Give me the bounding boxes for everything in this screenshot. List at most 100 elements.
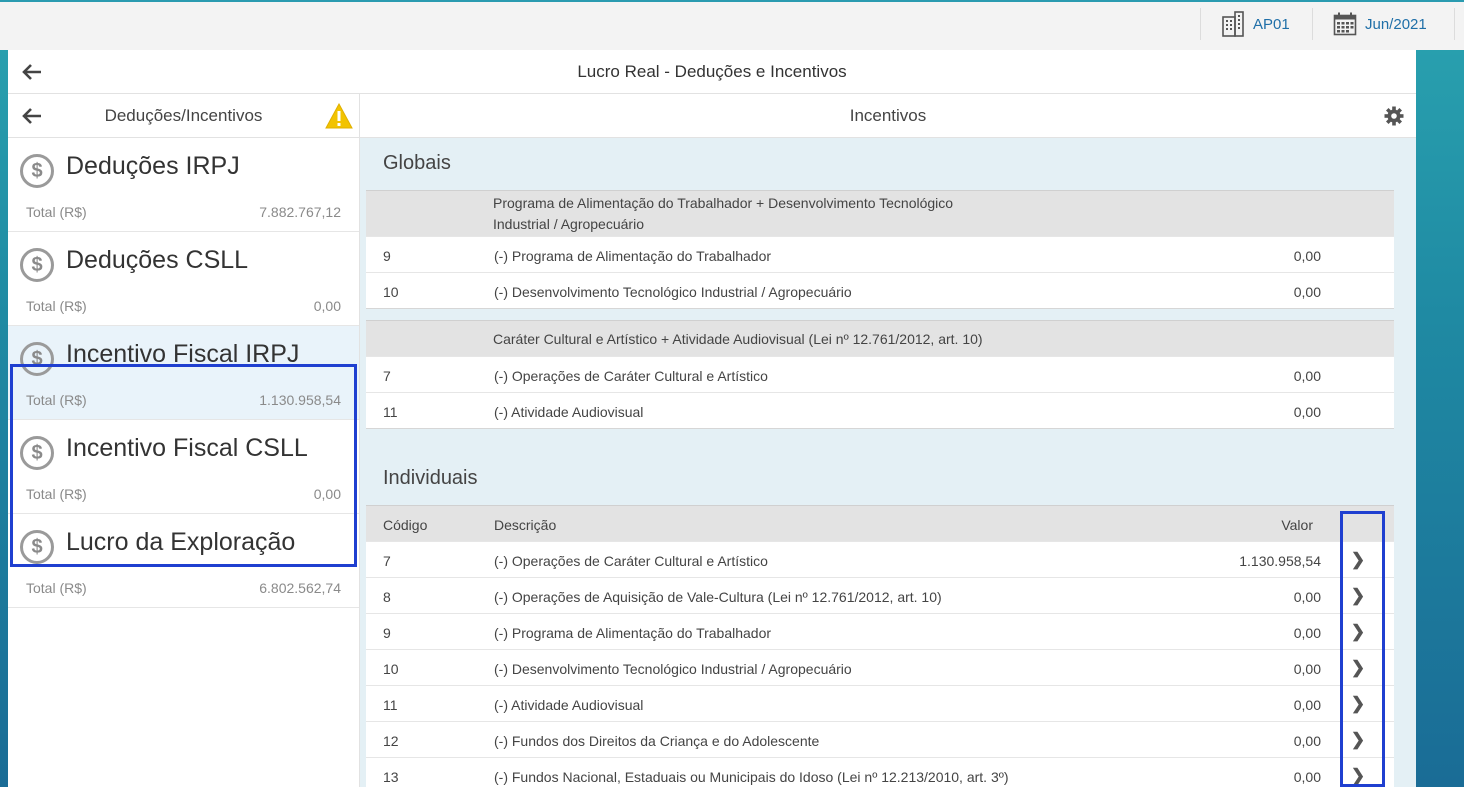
row-code: 11: [383, 697, 398, 713]
sidebar-item-total-label: Total (R$): [26, 204, 87, 220]
globais-table-2: Caráter Cultural e Artístico + Atividade…: [366, 320, 1394, 429]
table-row: 7 (-) Operações de Caráter Cultural e Ar…: [366, 356, 1394, 392]
dollar-coin-icon: $: [20, 530, 54, 564]
app-header: Lucro Real - Deduções e Incentivos: [8, 50, 1416, 94]
chevron-right-icon[interactable]: ❯: [1348, 765, 1368, 787]
sidebar-item-total-label: Total (R$): [26, 392, 87, 408]
table-row[interactable]: 8 (-) Operações de Aquisição de Vale-Cul…: [366, 577, 1394, 613]
row-value: 0,00: [1293, 589, 1321, 605]
chevron-right-icon[interactable]: ❯: [1348, 729, 1368, 751]
table-row[interactable]: 13 (-) Fundos Nacional, Estaduais ou Mun…: [366, 757, 1394, 787]
row-value: 0,00: [1293, 368, 1321, 384]
row-description: (-) Programa de Alimentação do Trabalhad…: [494, 625, 772, 641]
warning-icon[interactable]: [325, 102, 353, 134]
row-value: 0,00: [1293, 769, 1321, 785]
column-header-description: Descrição: [494, 517, 557, 533]
row-description: (-) Fundos dos Direitos da Criança e do …: [494, 733, 820, 749]
sidebar-item-title: Incentivo Fiscal CSLL: [66, 434, 308, 462]
main-header: Incentivos: [360, 94, 1416, 138]
row-value: 0,00: [1293, 284, 1321, 300]
back-button[interactable]: [20, 60, 44, 84]
dollar-coin-icon: $: [20, 342, 54, 376]
sidebar-item-lucro-da-exploracao[interactable]: $ Lucro da Exploração Total (R$) 6.802.5…: [8, 514, 359, 608]
row-code: 7: [383, 368, 391, 384]
sidebar-item-total-label: Total (R$): [26, 486, 87, 502]
arrow-left-icon: [22, 64, 41, 80]
column-header-value: Valor: [1281, 517, 1313, 533]
row-code: 12: [383, 733, 399, 749]
row-description: (-) Atividade Audiovisual: [494, 404, 644, 420]
building-icon: [1221, 11, 1245, 37]
row-description: (-) Desenvolvimento Tecnológico Industri…: [494, 661, 852, 677]
group-header: Caráter Cultural e Artístico + Atividade…: [366, 320, 1394, 356]
row-description: (-) Operações de Caráter Cultural e Artí…: [494, 368, 768, 384]
chevron-right-icon[interactable]: ❯: [1348, 693, 1368, 715]
row-value: 0,00: [1293, 248, 1321, 264]
top-bar: AP01 Jun/2021: [0, 0, 1464, 50]
sidebar-item-total-label: Total (R$): [26, 580, 87, 596]
sidebar-item-total-value: 6.802.562,74: [259, 580, 341, 596]
table-row: 11 (-) Atividade Audiovisual 0,00: [366, 392, 1394, 428]
row-description: (-) Programa de Alimentação do Trabalhad…: [494, 248, 772, 264]
sidebar-item-title: Deduções IRPJ: [66, 152, 240, 180]
chevron-right-icon[interactable]: ❯: [1348, 657, 1368, 679]
sidebar-back-button[interactable]: [20, 104, 44, 128]
table-row[interactable]: 7 (-) Operações de Caráter Cultural e Ar…: [366, 541, 1394, 577]
row-code: 10: [383, 661, 399, 677]
row-value: 0,00: [1293, 733, 1321, 749]
table-row[interactable]: 9 (-) Programa de Alimentação do Trabalh…: [366, 613, 1394, 649]
row-description: (-) Atividade Audiovisual: [494, 697, 644, 713]
row-description: (-) Operações de Aquisição de Vale-Cultu…: [494, 589, 942, 605]
row-code: 9: [383, 248, 391, 264]
sidebar-item-deducoes-irpj[interactable]: $ Deduções IRPJ Total (R$) 7.882.767,12: [8, 138, 359, 232]
company-code: AP01: [1253, 15, 1290, 33]
dollar-coin-icon: $: [20, 436, 54, 470]
section-title-individuais: Individuais: [383, 467, 478, 489]
page-title: Lucro Real - Deduções e Incentivos: [577, 61, 847, 81]
period-value: Jun/2021: [1365, 15, 1427, 33]
chevron-right-icon[interactable]: ❯: [1348, 549, 1368, 571]
row-value: 0,00: [1293, 661, 1321, 677]
main-title: Incentivos: [849, 105, 927, 125]
column-header-code: Código: [383, 517, 428, 533]
row-code: 10: [383, 284, 399, 300]
row-code: 8: [383, 589, 391, 605]
table-header-row: Código Descrição Valor: [366, 505, 1394, 541]
row-value: 0,00: [1293, 625, 1321, 641]
group-header-line: Caráter Cultural e Artístico + Atividade…: [493, 331, 983, 347]
divider: [1454, 8, 1455, 40]
sidebar-item-incentivo-fiscal-irpj[interactable]: $ Incentivo Fiscal IRPJ Total (R$) 1.130…: [8, 326, 359, 420]
calendar-icon: [1333, 12, 1357, 36]
group-header: Programa de Alimentação do Trabalhador +…: [366, 190, 1394, 236]
row-code: 9: [383, 625, 391, 641]
table-row[interactable]: 11 (-) Atividade Audiovisual 0,00 ❯: [366, 685, 1394, 721]
sidebar-item-title: Deduções CSLL: [66, 246, 249, 274]
period-selector[interactable]: Jun/2021: [1312, 8, 1442, 40]
gear-icon[interactable]: [1384, 106, 1404, 131]
section-title-globais: Globais: [383, 152, 451, 174]
dollar-coin-icon: $: [20, 154, 54, 188]
row-code: 7: [383, 553, 391, 569]
row-value: 0,00: [1293, 697, 1321, 713]
globais-table-1: Programa de Alimentação do Trabalhador +…: [366, 190, 1394, 309]
app-window: Lucro Real - Deduções e Incentivos Deduç…: [8, 50, 1416, 787]
group-header-line: Programa de Alimentação do Trabalhador +…: [493, 195, 954, 211]
sidebar-title: Deduções/Incentivos: [104, 105, 263, 125]
sidebar: Deduções/Incentivos $ Deduções IRPJ Tota…: [8, 94, 360, 787]
table-row[interactable]: 10 (-) Desenvolvimento Tecnológico Indus…: [366, 649, 1394, 685]
company-selector[interactable]: AP01: [1200, 8, 1310, 40]
sidebar-item-deducoes-csll[interactable]: $ Deduções CSLL Total (R$) 0,00: [8, 232, 359, 326]
table-row: 9 (-) Programa de Alimentação do Trabalh…: [366, 236, 1394, 272]
row-description: (-) Operações de Caráter Cultural e Artí…: [494, 553, 768, 569]
chevron-right-icon[interactable]: ❯: [1348, 585, 1368, 607]
main-panel: Incentivos Globais Programa de Alimentaç…: [360, 94, 1416, 787]
sidebar-item-total-value: 7.882.767,12: [259, 204, 341, 220]
sidebar-item-incentivo-fiscal-csll[interactable]: $ Incentivo Fiscal CSLL Total (R$) 0,00: [8, 420, 359, 514]
row-code: 11: [383, 404, 398, 420]
row-code: 13: [383, 769, 399, 785]
chevron-right-icon[interactable]: ❯: [1348, 621, 1368, 643]
group-header-line: Industrial / Agropecuário: [493, 216, 644, 232]
row-value: 0,00: [1293, 404, 1321, 420]
individuais-table: Código Descrição Valor 7 (-) Operações d…: [366, 505, 1394, 787]
table-row[interactable]: 12 (-) Fundos dos Direitos da Criança e …: [366, 721, 1394, 757]
